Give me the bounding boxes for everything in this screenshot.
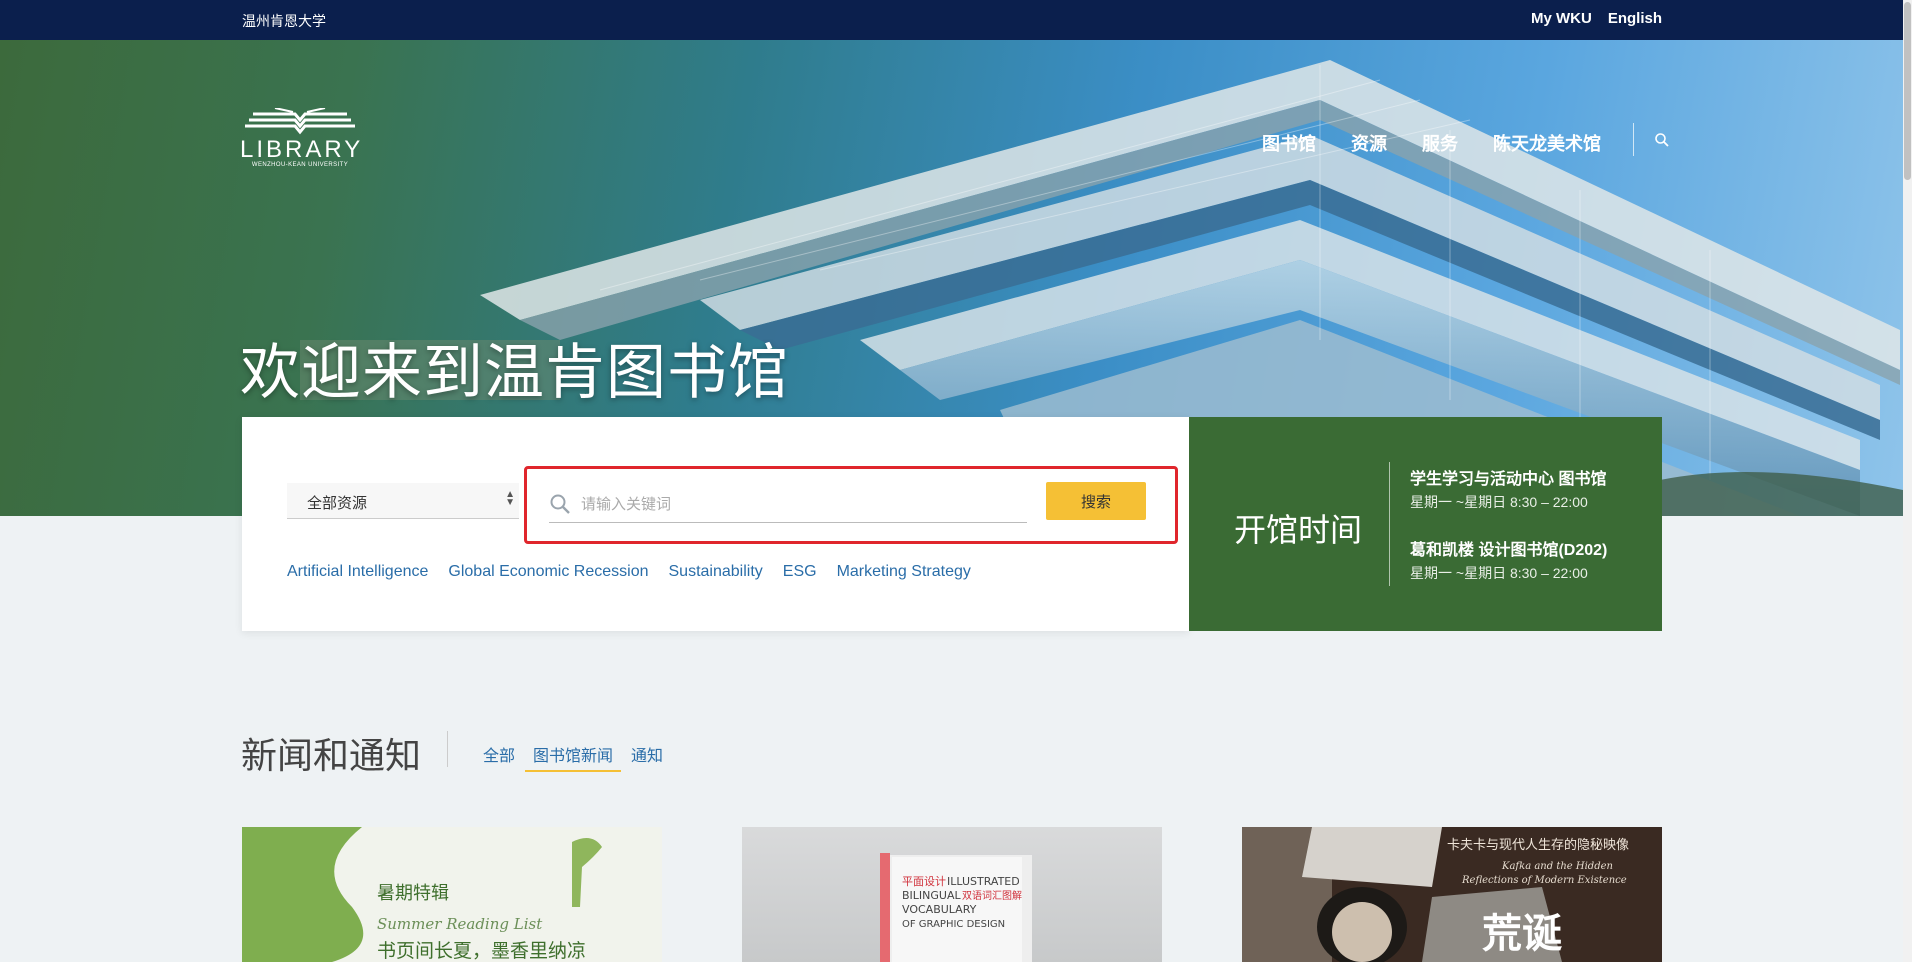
page-scrollbar[interactable]	[1903, 0, 1912, 962]
tag-link[interactable]: ESG	[783, 563, 817, 581]
top-links: My WKU English	[1531, 10, 1662, 27]
tab-all[interactable]: 全部	[483, 742, 515, 772]
card-text: 书页间长夏，墨香里纳凉	[377, 940, 586, 962]
card-text: 卡夫卡与现代人生存的隐秘映像	[1447, 837, 1629, 853]
card-text: Summer Reading List	[377, 915, 543, 933]
search-icon	[550, 494, 570, 514]
summer-reading-image: 暑期特辑 Summer Reading List 书页间长夏，墨香里纳凉	[242, 827, 602, 962]
hours-location: 葛和凯楼 设计图书馆(D202)	[1410, 542, 1608, 559]
card-text: ILLUSTRATED	[947, 875, 1020, 888]
news-heading: 新闻和通知	[241, 735, 422, 776]
nav-item-library[interactable]: 图书馆	[1262, 130, 1316, 156]
card-text: OF GRAPHIC DESIGN	[902, 919, 1005, 930]
suggested-tags: Artificial Intelligence Global Economic …	[287, 563, 971, 581]
opening-hours-title: 开馆时间	[1234, 512, 1363, 548]
resource-type-select[interactable]: 全部资源 ▲ ▼	[287, 483, 519, 519]
library-logo[interactable]: LIBRARY WENZHOU-KEAN UNIVERSITY	[240, 108, 360, 174]
logo-subtitle: WENZHOU-KEAN UNIVERSITY	[251, 162, 349, 168]
welcome-heading: 欢迎来到温肯图书馆	[240, 339, 789, 406]
tab-notices[interactable]: 通知	[631, 742, 663, 772]
news-card-summer-reading[interactable]: 暑期特辑 Summer Reading List 书页间长夏，墨香里纳凉	[242, 827, 662, 962]
top-bar: 温州肯恩大学 My WKU English	[0, 0, 1903, 40]
nav-item-services[interactable]: 服务	[1422, 130, 1458, 156]
search-field	[549, 485, 1027, 523]
logo-word: LIBRARY	[240, 136, 364, 163]
hours-time: 星期一 ~星期日 8:30 – 22:00	[1410, 565, 1588, 581]
tab-library-news[interactable]: 图书馆新闻	[525, 742, 622, 772]
card-text: 暑期特辑	[377, 883, 449, 904]
select-arrows-icon: ▲ ▼	[505, 489, 515, 508]
nav-divider	[1633, 123, 1634, 156]
tag-link[interactable]: Global Economic Recession	[448, 563, 648, 581]
main-nav: 图书馆 资源 服务 陈天龙美术馆	[1262, 130, 1601, 156]
card-text: Kafka and the Hidden	[1501, 861, 1613, 872]
card-text: VOCABULARY	[902, 903, 977, 916]
card-text: 双语词汇图解	[962, 889, 1022, 902]
hours-time: 星期一 ~星期日 8:30 – 22:00	[1410, 494, 1588, 510]
card-text: Reflections of Modern Existence	[1461, 875, 1627, 886]
search-icon[interactable]	[1654, 132, 1670, 148]
card-text: 平面设计	[902, 875, 946, 888]
search-box-highlight: 搜索	[524, 466, 1178, 544]
kafka-poster-image: 卡夫卡与现代人生存的隐秘映像 Kafka and the Hidden Refl…	[1242, 827, 1662, 962]
hours-location: 学生学习与活动中心 图书馆	[1410, 471, 1607, 488]
search-input[interactable]	[581, 491, 1011, 517]
scrollbar-thumb[interactable]	[1904, 2, 1911, 180]
card-text: BILINGUAL	[902, 889, 961, 902]
nav-item-art-museum[interactable]: 陈天龙美术馆	[1493, 130, 1601, 156]
search-button[interactable]: 搜索	[1046, 482, 1146, 520]
english-link[interactable]: English	[1608, 10, 1662, 27]
university-name[interactable]: 温州肯恩大学	[242, 11, 326, 31]
resource-type-value: 全部资源	[307, 495, 368, 512]
book-logo-icon	[245, 108, 355, 135]
news-divider	[447, 731, 448, 767]
tag-link[interactable]: Sustainability	[669, 563, 763, 581]
hours-divider	[1389, 462, 1390, 586]
opening-hours-panel: 开馆时间 学生学习与活动中心 图书馆 星期一 ~星期日 8:30 – 22:00…	[1189, 417, 1662, 631]
news-tabs: 全部 图书馆新闻 通知	[483, 742, 663, 772]
graphic-design-book-image: 平面设计 ILLUSTRATED BILINGUAL 双语词汇图解 VOCABU…	[880, 853, 1032, 962]
tag-link[interactable]: Artificial Intelligence	[287, 563, 428, 581]
search-card: 全部资源 ▲▼ 搜索 Artificial Intelligence Globa…	[242, 417, 1189, 631]
news-card-kafka[interactable]: 卡夫卡与现代人生存的隐秘映像 Kafka and the Hidden Refl…	[1242, 827, 1662, 962]
nav-item-resources[interactable]: 资源	[1351, 130, 1387, 156]
my-wku-link[interactable]: My WKU	[1531, 10, 1592, 27]
news-card-graphic-design[interactable]: 平面设计 ILLUSTRATED BILINGUAL 双语词汇图解 VOCABU…	[742, 827, 1162, 962]
tag-link[interactable]: Marketing Strategy	[837, 563, 971, 581]
card-text: 荒诞	[1482, 910, 1562, 957]
